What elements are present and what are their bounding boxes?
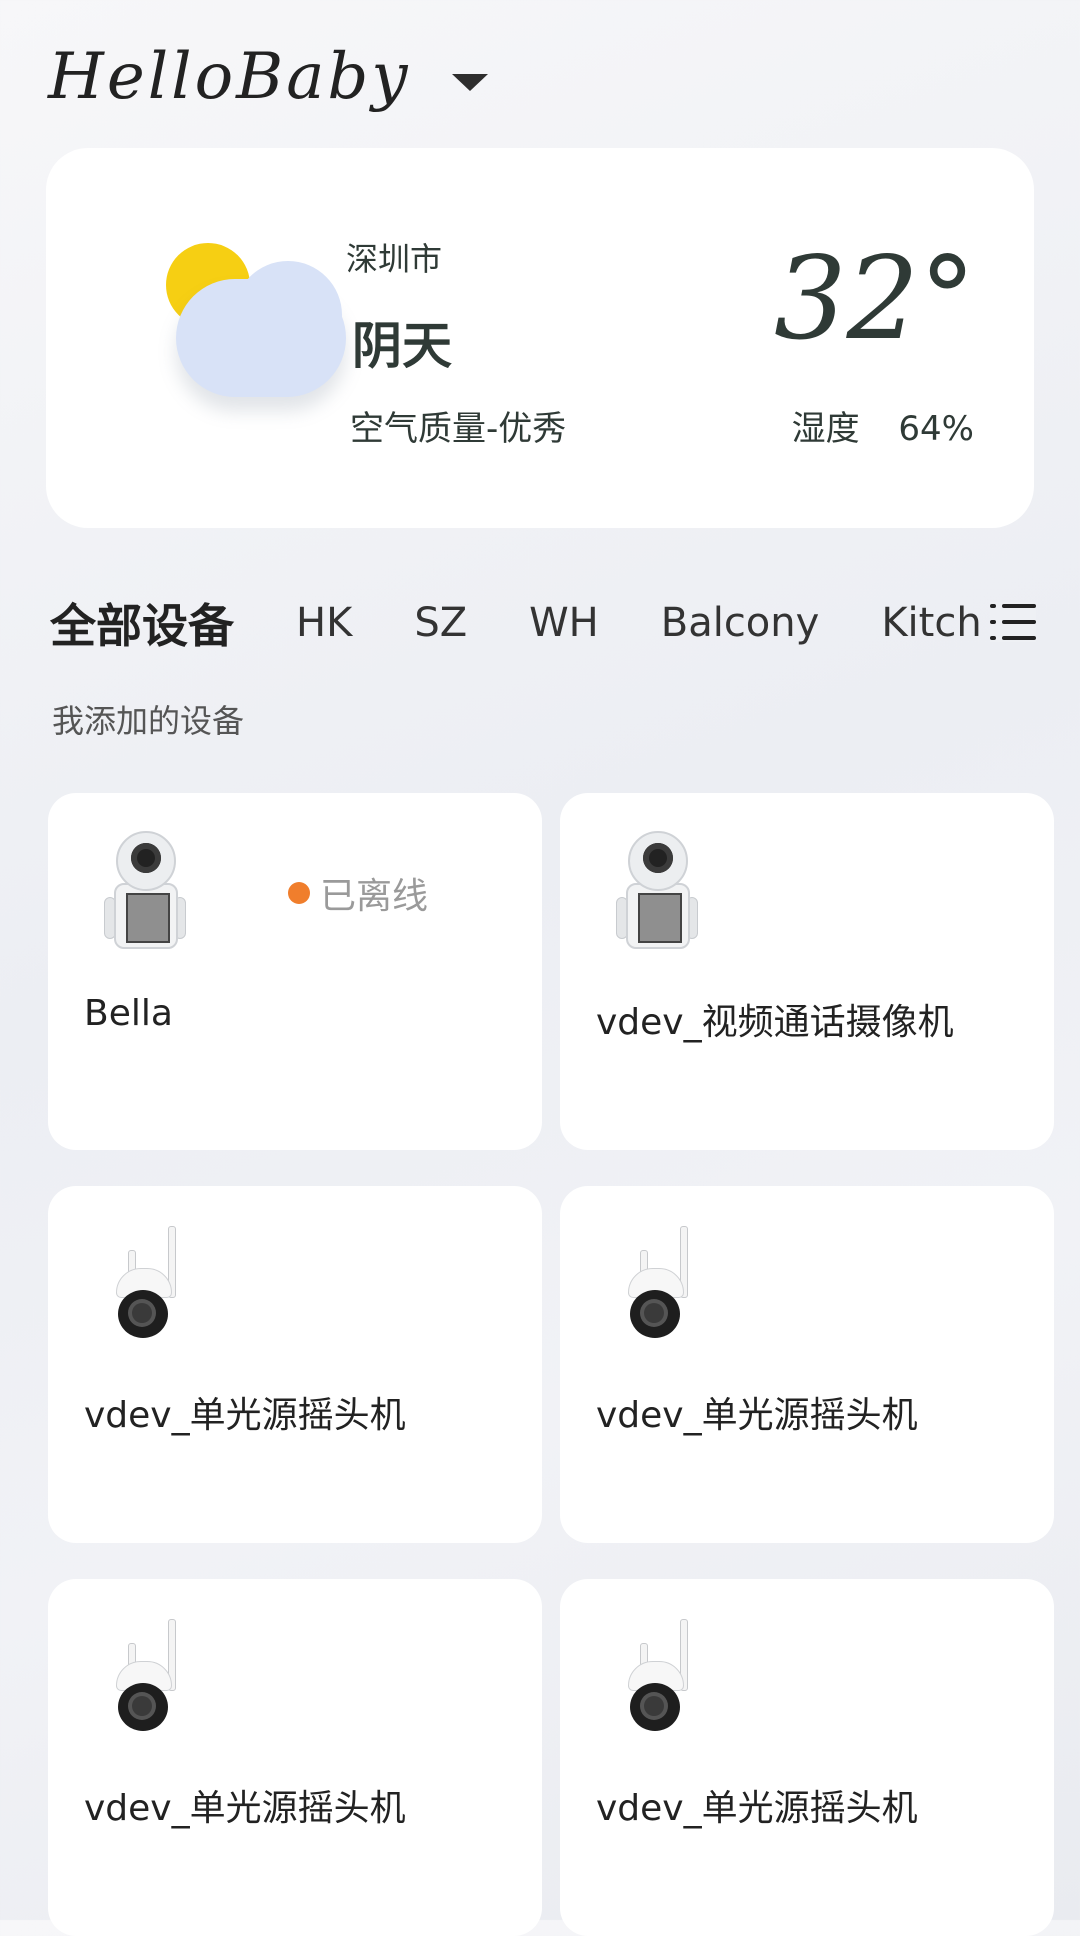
device-card[interactable]: vdev_单光源摇头机 (560, 1186, 1054, 1543)
ptz-camera-icon (622, 1619, 702, 1733)
air-quality: 空气质量-优秀 (350, 409, 567, 449)
device-card[interactable]: vdev_视频通话摄像机 (560, 793, 1054, 1150)
device-name: vdev_单光源摇头机 (84, 1788, 406, 1829)
ptz-camera-icon (622, 1226, 702, 1340)
weather-condition: 阴天 (352, 317, 452, 375)
section-my-devices: 我添加的设备 (52, 702, 245, 740)
home-title[interactable]: HelloBaby (48, 40, 410, 114)
dropdown-arrow-icon[interactable] (452, 73, 489, 91)
tab-kitchen[interactable]: Kitch (881, 600, 981, 646)
robot-camera-icon (104, 831, 186, 949)
offline-dot-icon (288, 882, 310, 904)
device-name: vdev_单光源摇头机 (84, 1395, 406, 1436)
device-card[interactable]: 已离线 Bella (48, 793, 542, 1150)
device-name: vdev_单光源摇头机 (596, 1395, 918, 1436)
ptz-camera-icon (110, 1619, 190, 1733)
tab-sz[interactable]: SZ (414, 600, 467, 646)
device-name: vdev_单光源摇头机 (596, 1788, 918, 1829)
temperature: 32° (773, 232, 976, 365)
cloud-shape (176, 261, 346, 397)
device-card[interactable]: vdev_单光源摇头机 (48, 1186, 542, 1543)
humidity-value: 64% (898, 409, 974, 449)
robot-camera-icon (616, 831, 698, 949)
ptz-camera-icon (110, 1226, 190, 1340)
tab-wh[interactable]: WH (529, 600, 599, 646)
device-status: 已离线 (288, 867, 428, 919)
partly-cloudy-icon (116, 243, 356, 423)
room-tabs: 全部设备 HK SZ WH Balcony Kitch (50, 588, 1036, 658)
device-name: vdev_视频通话摄像机 (596, 1002, 954, 1043)
list-menu-icon[interactable] (990, 602, 1036, 642)
weather-city: 深圳市 (346, 240, 443, 278)
tab-all-devices[interactable]: 全部设备 (50, 590, 234, 656)
device-card[interactable]: vdev_单光源摇头机 (48, 1579, 542, 1936)
weather-card[interactable]: 深圳市 阴天 空气质量-优秀 32° 湿度 64% (46, 148, 1034, 528)
humidity-label: 湿度 (791, 409, 860, 449)
device-card[interactable]: vdev_单光源摇头机 (560, 1579, 1054, 1936)
header: HelloBaby (48, 40, 489, 114)
humidity: 湿度 64% (792, 401, 974, 450)
status-text: 已离线 (320, 876, 429, 917)
tab-balcony[interactable]: Balcony (661, 600, 820, 646)
tab-hk[interactable]: HK (296, 600, 352, 646)
device-name: Bella (84, 993, 173, 1034)
